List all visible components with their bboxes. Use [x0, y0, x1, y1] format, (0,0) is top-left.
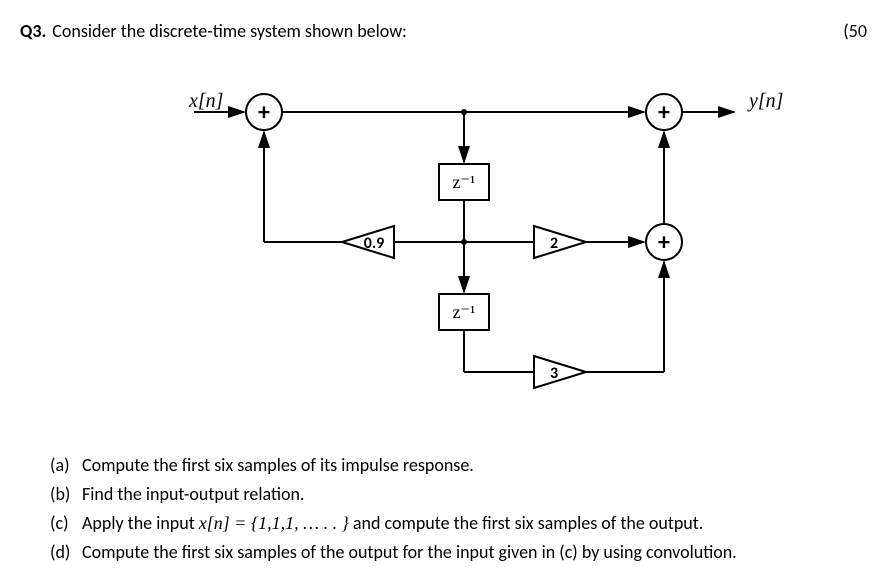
gain-ff1-label: 2	[549, 234, 557, 253]
output-label: y[n]	[747, 90, 783, 112]
part-c: (c) Apply the input x[n] = {1,1,1, … . .…	[50, 510, 867, 537]
part-text: Apply the input x[n] = {1,1,1, … . . } a…	[82, 510, 867, 537]
summer-right-mid-symbol: +	[658, 228, 670, 257]
gain-ff2	[534, 356, 586, 388]
part-label: (c)	[50, 510, 76, 537]
part-label: (b)	[50, 481, 76, 508]
part-text: Compute the first six samples of the out…	[82, 539, 867, 566]
part-d: (d) Compute the first six samples of the…	[50, 539, 867, 566]
question-title: Q3. Consider the discrete-time system sh…	[20, 20, 407, 42]
question-parts: (a) Compute the first six samples of its…	[20, 452, 867, 566]
gain-feedback-label: 0.9	[363, 234, 384, 253]
signal-flow-svg: x[n] + + y[n] z⁻¹ 0.9	[94, 62, 794, 422]
block-diagram: x[n] + + y[n] z⁻¹ 0.9	[20, 62, 867, 422]
part-c-prefix: Apply the input	[82, 512, 199, 534]
part-text: Find the input-output relation.	[82, 481, 867, 508]
question-marks: (50	[843, 20, 867, 42]
question-prompt: Consider the discrete-time system shown …	[52, 20, 407, 42]
part-label: (a)	[50, 452, 76, 479]
gain-ff1	[534, 226, 586, 258]
part-text: Compute the first six samples of its imp…	[82, 452, 867, 479]
part-c-suffix: and compute the first six samples of the…	[349, 512, 704, 534]
question-number: Q3.	[20, 20, 46, 42]
summer-left-symbol: +	[258, 98, 270, 127]
gain-ff2-label: 3	[549, 364, 557, 383]
part-a: (a) Compute the first six samples of its…	[50, 452, 867, 479]
part-c-math: x[n] = {1,1,1, … . . }	[199, 513, 349, 533]
part-label: (d)	[50, 539, 76, 566]
delay-1-label: z⁻¹	[452, 172, 475, 192]
delay-2-label: z⁻¹	[452, 302, 475, 322]
summer-right-top-symbol: +	[658, 98, 670, 127]
question-header: Q3. Consider the discrete-time system sh…	[20, 20, 867, 42]
input-label: x[n]	[188, 90, 223, 112]
part-b: (b) Find the input-output relation.	[50, 481, 867, 508]
